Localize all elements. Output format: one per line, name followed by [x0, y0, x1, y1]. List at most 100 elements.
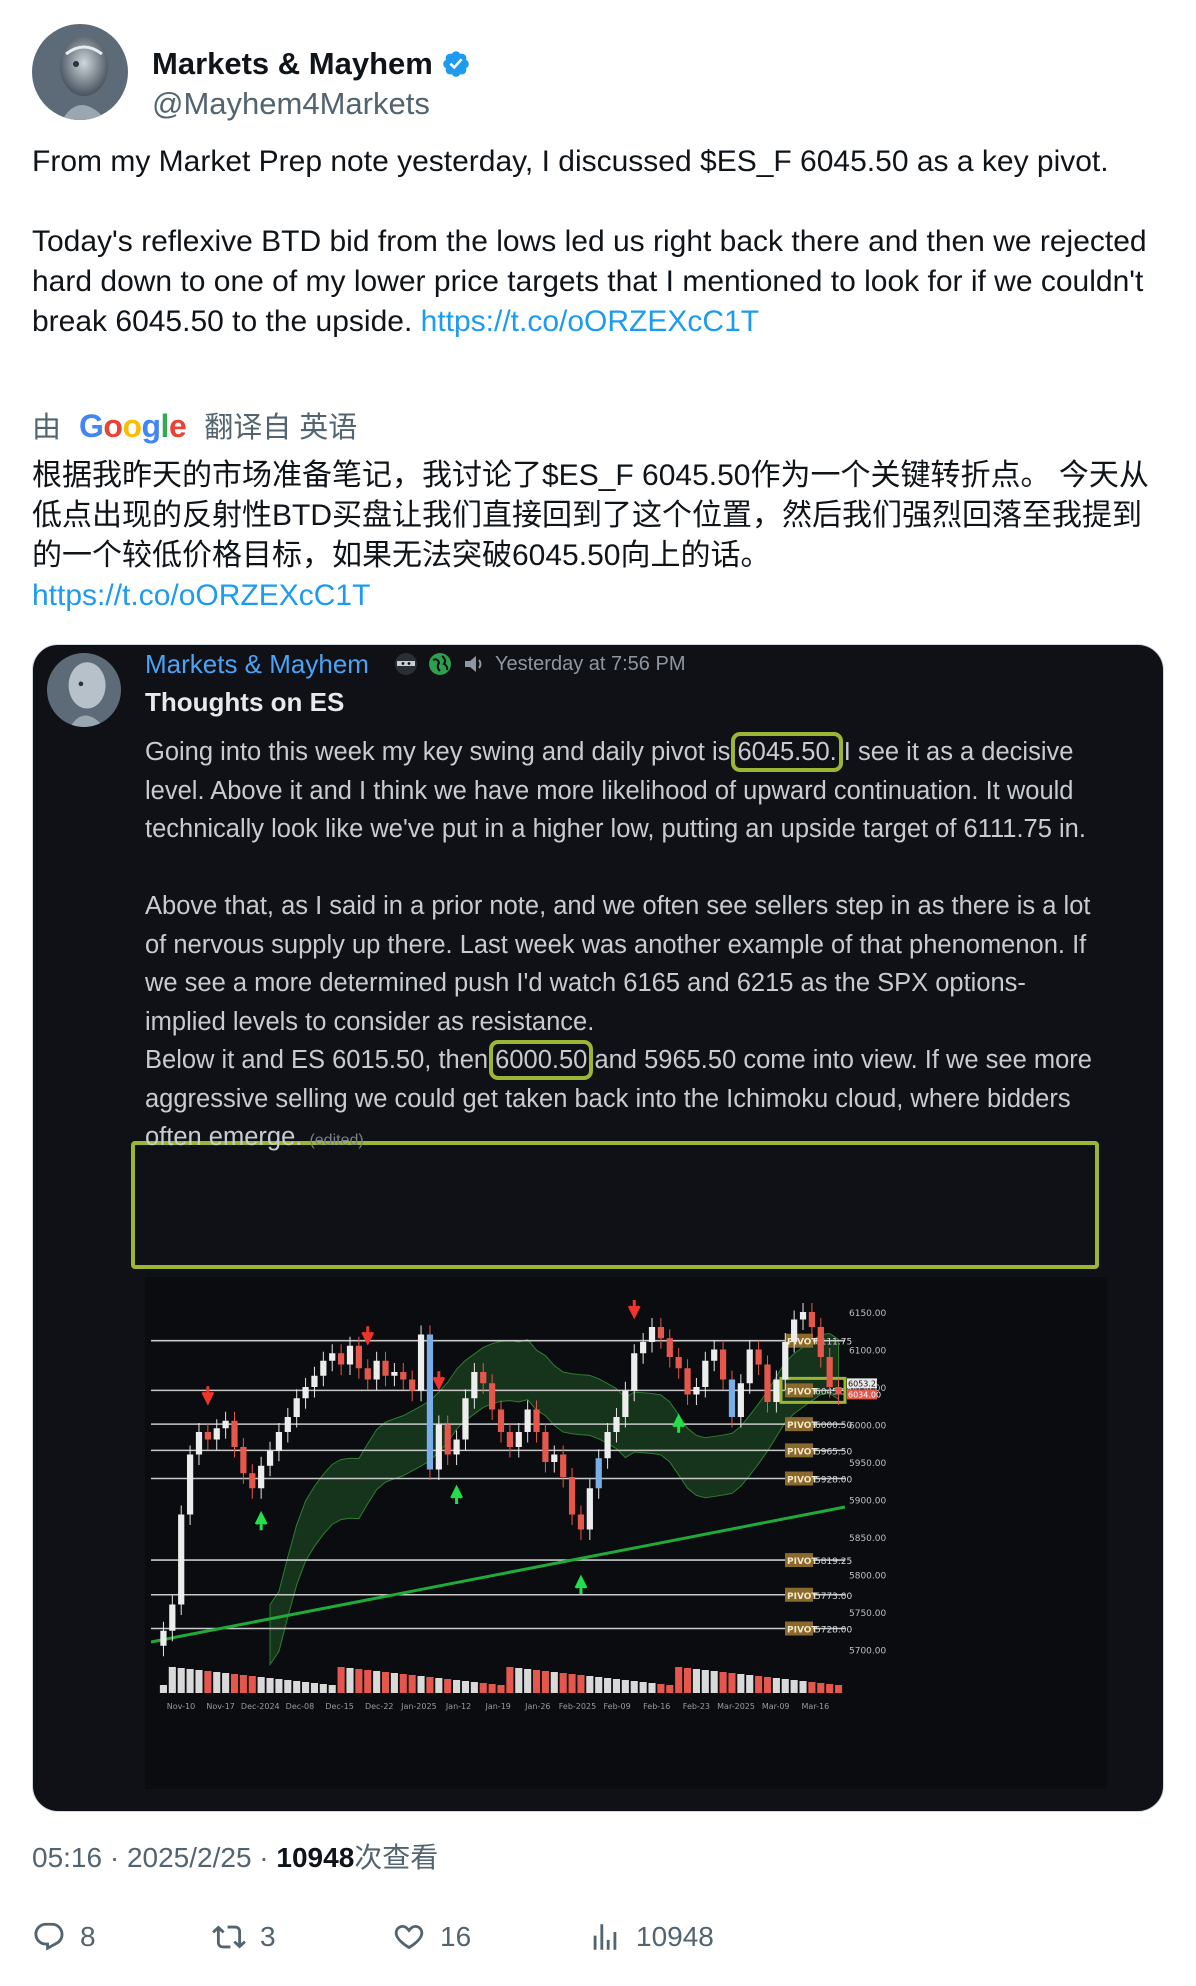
volume-bar	[248, 1676, 256, 1693]
tweet-timestamp[interactable]: 05:16 · 2025/2/25 · 10948次查看	[32, 1836, 438, 1876]
candle-body	[746, 1349, 753, 1384]
candle-body	[684, 1368, 691, 1395]
x-tick-label: Feb-09	[604, 1702, 631, 1711]
volume-bar	[506, 1667, 514, 1693]
views-button[interactable]: 10948	[588, 1920, 714, 1954]
candle-body	[657, 1327, 665, 1339]
like-count: 16	[440, 1921, 472, 1952]
volume-bar	[710, 1671, 718, 1693]
volume-bar	[612, 1679, 621, 1693]
author-handle[interactable]: @Mayhem4Markets	[152, 86, 430, 122]
volume-bar	[284, 1680, 292, 1693]
volume-bar	[524, 1669, 532, 1693]
volume-bar	[604, 1678, 612, 1693]
volume-bar	[559, 1673, 567, 1693]
volume-bar	[453, 1680, 461, 1693]
candle-body	[213, 1428, 220, 1440]
volume-bar	[728, 1673, 736, 1693]
avatar[interactable]	[32, 24, 128, 120]
candle-body	[702, 1360, 709, 1387]
tweet-link[interactable]: https://t.co/oORZEXcC1T	[421, 305, 759, 338]
volume-bar	[381, 1672, 390, 1693]
volume-bar	[408, 1675, 416, 1693]
embedded-paragraph-3: Below it and ES 6015.50, then 6000.50 an…	[145, 1040, 1105, 1161]
candle-body	[435, 1424, 442, 1470]
sell-arrow-icon	[361, 1326, 375, 1346]
candle-body	[417, 1334, 425, 1391]
candle-body	[791, 1319, 798, 1342]
volume-bar	[222, 1673, 230, 1693]
retweet-button[interactable]: 3	[212, 1920, 276, 1954]
volume-bar	[230, 1674, 239, 1693]
volume-bar	[204, 1671, 212, 1693]
tweet-paragraph-2: Today's reflexive BTD bid from the lows …	[32, 222, 1162, 342]
candle-body	[320, 1360, 327, 1376]
edited-label: (edited)	[309, 1132, 364, 1149]
candle-body	[382, 1360, 389, 1376]
candle-body	[631, 1353, 638, 1391]
y-tick-label: 5900.00	[849, 1497, 886, 1507]
embedded-avatar	[47, 653, 121, 727]
candle-body	[160, 1630, 167, 1646]
volume-bar	[435, 1678, 443, 1693]
reply-button[interactable]: 8	[32, 1920, 96, 1954]
volume-bar	[426, 1677, 434, 1693]
x-tick-label: Dec-08	[286, 1702, 315, 1711]
embedded-paragraph-1: Going into this week my key swing and da…	[145, 732, 1105, 849]
candle-body	[711, 1349, 718, 1361]
translated-text: 根据我昨天的市场准备笔记，我讨论了$ES_F 6045.50作为一个关键转折点。…	[32, 456, 1162, 616]
author-name[interactable]: Markets & Mayhem	[152, 46, 471, 82]
translation-attribution: 由 Google 翻译自 英语	[32, 404, 357, 446]
embedded-meta: Yesterday at 7:56 PM	[393, 649, 686, 679]
translation-label[interactable]: 翻译自 英语	[204, 412, 357, 444]
like-button[interactable]: 16	[392, 1920, 471, 1954]
candle-body	[755, 1349, 762, 1365]
pivot-label: PIVOT	[787, 1476, 818, 1486]
volume-bar	[639, 1682, 647, 1693]
pivot-value: 5965.50	[815, 1447, 852, 1457]
volume-bar	[550, 1672, 558, 1693]
candle-body	[773, 1379, 780, 1402]
candle-body	[782, 1342, 789, 1380]
trendline	[150, 1505, 846, 1644]
es-chart: PIVOT 6111.75 PIVOT 6045.50 PIVOT 6000.50 PIVO…	[145, 1277, 1107, 1789]
x-tick-label: Feb-16	[643, 1702, 670, 1711]
candle-body	[737, 1383, 744, 1417]
buy-arrow-icon	[450, 1484, 463, 1504]
pivot-label: PIVOT	[787, 1447, 818, 1457]
candle-body	[453, 1439, 460, 1455]
x-tick-label: Dec-22	[365, 1702, 394, 1711]
candle-body	[266, 1450, 274, 1466]
y-tick-label: 5950.00	[849, 1459, 886, 1469]
google-logo: Google	[79, 408, 187, 444]
y-tick-label: 5750.00	[849, 1609, 886, 1619]
p3-before: Below it and ES 6015.50, then	[145, 1046, 496, 1074]
highlight-6000: 6000.50	[489, 1040, 594, 1080]
timestamp-text[interactable]: 05:16 · 2025/2/25 ·	[32, 1842, 276, 1873]
candle-body	[204, 1432, 211, 1440]
pivot-value: 5819.25	[815, 1557, 852, 1567]
volume-bar	[319, 1684, 327, 1693]
y-tick-label: 6100.00	[849, 1347, 886, 1357]
pivot-label: PIVOT	[787, 1626, 818, 1636]
volume-bar	[346, 1668, 354, 1693]
verified-badge-icon	[443, 51, 469, 77]
author-name-text[interactable]: Markets & Mayhem	[152, 46, 433, 81]
volume-bar	[630, 1681, 638, 1693]
sell-arrow-icon	[432, 1371, 446, 1391]
volume-bar	[532, 1670, 541, 1693]
x-tick-label: Jan-12	[445, 1702, 471, 1711]
volume-bar	[266, 1678, 274, 1693]
candle-body	[409, 1379, 416, 1391]
highlight-6045: 6045.50.	[731, 732, 843, 772]
volume-bar	[497, 1685, 505, 1693]
translated-link[interactable]: https://t.co/oORZEXcC1T	[32, 579, 370, 612]
candle-body	[728, 1379, 736, 1417]
volume-bar	[186, 1669, 194, 1693]
candle-body	[719, 1349, 727, 1380]
tweet-media-image[interactable]: Markets & Mayhem Yesterday at 7:56 PM Th…	[32, 644, 1164, 1812]
reply-count: 8	[80, 1921, 96, 1952]
buy-arrow-icon	[254, 1510, 268, 1531]
x-tick-label: Mar-16	[802, 1702, 830, 1711]
volume-bar	[586, 1676, 594, 1693]
